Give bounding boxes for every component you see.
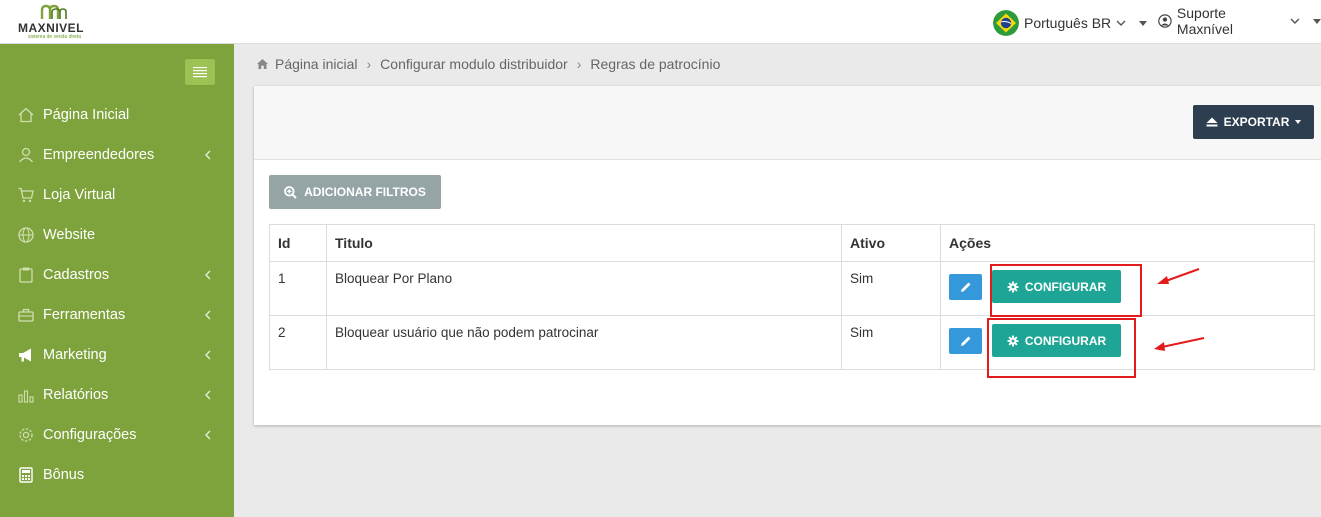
sidebar-item-label: Empreendedores <box>43 147 155 163</box>
cell-active: Sim <box>841 261 941 316</box>
chevron-down-icon <box>1116 20 1126 26</box>
chevron-down-icon <box>1290 18 1300 24</box>
caret-down-icon <box>1139 20 1148 26</box>
sidebar-item-label: Configurações <box>43 427 137 443</box>
cell-title: Bloquear Por Plano <box>326 261 842 316</box>
table-header-row: Id Titulo Ativo Ações <box>269 224 1315 262</box>
sidebar-item-label: Marketing <box>43 347 107 363</box>
user-menu[interactable]: Suporte Maxnível <box>1158 5 1321 37</box>
sidebar-item-label: Relatórios <box>43 387 109 403</box>
sidebar: Página Inicial Empreendedores Loja Virtual… <box>0 44 234 517</box>
sidebar-item-ferramentas[interactable]: Ferramentas <box>0 295 234 335</box>
add-filters-button[interactable]: ADICIONAR FILTROS <box>269 175 441 209</box>
rules-table: Id Titulo Ativo Ações 1 Bloquear Por Plan… <box>269 224 1315 370</box>
table-row: 1 Bloquear Por Plano Sim CONFIGURAR <box>269 261 1315 316</box>
sidebar-item-relatorios[interactable]: Relatórios <box>0 375 234 415</box>
top-bar: MAXNIVEL sistema de venda direta Portugu… <box>0 0 1321 44</box>
caret-down-icon <box>1313 18 1321 24</box>
column-header-id[interactable]: Id <box>269 224 327 262</box>
sidebar-item-pagina-inicial[interactable]: Página Inicial <box>0 95 234 135</box>
calculator-icon <box>17 466 35 484</box>
column-header-active[interactable]: Ativo <box>841 224 941 262</box>
breadcrumb-module[interactable]: Configurar modulo distribuidor <box>380 56 568 72</box>
brazil-flag-icon <box>993 10 1019 36</box>
breadcrumb-separator-icon: › <box>366 56 372 72</box>
content-panel: EXPORTAR ADICIONAR FILTROS Id Titulo Ati… <box>254 86 1321 425</box>
language-label: Português BR <box>1024 15 1112 31</box>
breadcrumb-separator-icon: › <box>576 56 582 72</box>
brand-logo[interactable]: MAXNIVEL sistema de venda direta <box>18 4 98 40</box>
table-row: 2 Bloquear usuário que não podem patrocin… <box>269 315 1315 370</box>
home-icon <box>257 59 268 69</box>
caret-down-icon <box>1295 120 1302 124</box>
user-circle-icon <box>1158 14 1172 28</box>
logo-mark-icon <box>40 4 67 19</box>
hamburger-icon <box>193 67 207 78</box>
breadcrumb: Página inicial › Configurar modulo distr… <box>256 56 720 72</box>
configure-label: CONFIGURAR <box>1024 279 1107 294</box>
sidebar-item-label: Página Inicial <box>43 107 130 123</box>
chevron-left-icon <box>204 150 211 160</box>
sidebar-item-label: Ferramentas <box>43 307 126 323</box>
column-header-actions: Ações <box>940 224 1315 262</box>
pencil-icon <box>960 282 970 292</box>
configure-button[interactable]: CONFIGURAR <box>992 270 1121 303</box>
gear-icon <box>1007 335 1019 346</box>
cell-id: 2 <box>269 315 327 370</box>
cell-title: Bloquear usuário que não podem patrocina… <box>326 315 842 370</box>
chevron-left-icon <box>204 270 211 280</box>
bar-chart-icon <box>17 386 35 404</box>
breadcrumb-current: Regras de patrocínio <box>590 56 721 72</box>
configure-button[interactable]: CONFIGURAR <box>992 324 1121 357</box>
edit-button[interactable] <box>949 328 982 354</box>
gear-icon <box>17 426 35 444</box>
sidebar-item-cadastros[interactable]: Cadastros <box>0 255 234 295</box>
sidebar-item-label: Loja Virtual <box>43 187 116 203</box>
megaphone-icon <box>17 346 35 364</box>
user-icon <box>17 146 35 164</box>
add-filters-label: ADICIONAR FILTROS <box>304 185 426 199</box>
sidebar-item-label: Cadastros <box>43 267 110 283</box>
panel-header: EXPORTAR <box>254 86 1321 160</box>
sidebar-item-bonus[interactable]: Bônus <box>0 455 234 495</box>
sidebar-item-label: Bônus <box>43 467 85 483</box>
sidebar-item-empreendedores[interactable]: Empreendedores <box>0 135 234 175</box>
chevron-left-icon <box>204 430 211 440</box>
chevron-left-icon <box>204 310 211 320</box>
clipboard-icon <box>17 266 35 284</box>
sidebar-item-website[interactable]: Website <box>0 215 234 255</box>
user-name: Suporte Maxnível <box>1176 5 1233 37</box>
export-label: EXPORTAR <box>1223 115 1290 129</box>
pencil-icon <box>960 336 970 346</box>
export-button[interactable]: EXPORTAR <box>1193 105 1314 139</box>
eject-icon <box>1206 117 1218 127</box>
zoom-in-icon <box>284 185 297 199</box>
home-icon <box>17 106 35 124</box>
sidebar-item-marketing[interactable]: Marketing <box>0 335 234 375</box>
brand-name: MAXNIVEL <box>18 21 85 35</box>
cell-active: Sim <box>841 315 941 370</box>
menu-toggle-button[interactable] <box>185 59 215 85</box>
language-selector[interactable]: Português BR <box>993 10 1148 36</box>
cell-actions: CONFIGURAR <box>940 315 1315 370</box>
globe-icon <box>17 226 35 244</box>
gear-icon <box>1007 281 1019 292</box>
chevron-left-icon <box>204 390 211 400</box>
sidebar-item-label: Website <box>43 227 96 243</box>
breadcrumb-home[interactable]: Página inicial <box>275 56 358 72</box>
toolbox-icon <box>17 306 35 324</box>
edit-button[interactable] <box>949 274 982 300</box>
sidebar-item-loja-virtual[interactable]: Loja Virtual <box>0 175 234 215</box>
cell-actions: CONFIGURAR <box>940 261 1315 316</box>
column-header-title[interactable]: Titulo <box>326 224 842 262</box>
sidebar-item-configuracoes[interactable]: Configurações <box>0 415 234 455</box>
brand-tagline: sistema de venda direta <box>28 34 82 40</box>
chevron-left-icon <box>204 350 211 360</box>
cart-icon <box>17 186 35 204</box>
configure-label: CONFIGURAR <box>1024 333 1107 348</box>
cell-id: 1 <box>269 261 327 316</box>
